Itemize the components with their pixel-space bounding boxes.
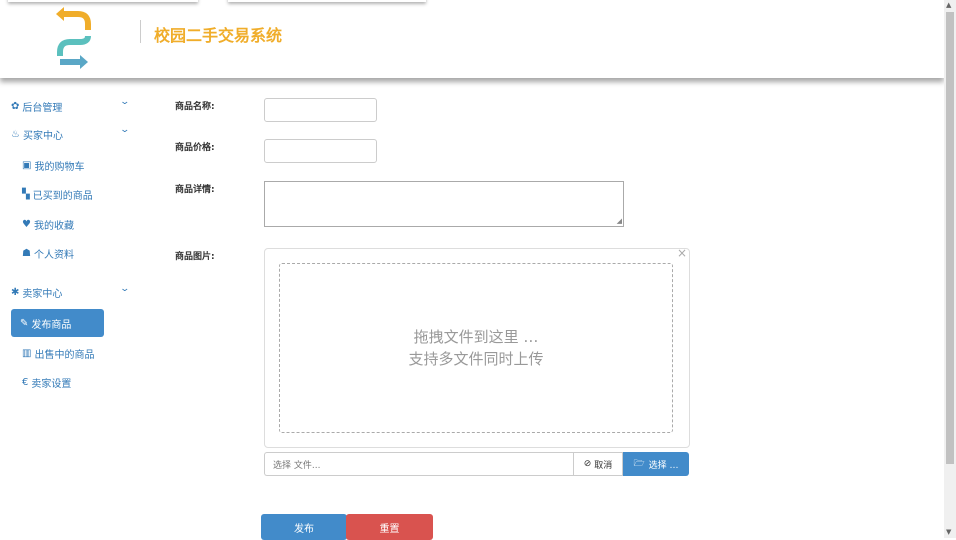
logo [56, 7, 91, 69]
choose-file-button[interactable]: 🗁 选择 … [623, 452, 689, 476]
product-price-input[interactable] [264, 139, 377, 163]
page-scrollbar[interactable]: ▲ ▼ [944, 0, 956, 538]
sidebar-section-seller[interactable]: ✱ 卖家中心 [11, 285, 62, 300]
title-divider [140, 20, 141, 43]
sidebar-item-label: 卖家设置 [31, 379, 72, 390]
header-bar [0, 0, 944, 78]
reset-button[interactable]: 重置 [346, 514, 433, 540]
chevron-down-icon[interactable]: ⌄ [119, 97, 130, 107]
folder-open-icon: 🗁 [633, 459, 645, 469]
file-drop-zone[interactable]: 拖拽文件到这里 … 支持多文件同时上传 [279, 263, 673, 433]
header-tab-right [228, 0, 426, 2]
sidebar-item-label: 我的收藏 [33, 221, 74, 232]
resize-handle-icon[interactable]: ◢ [617, 218, 622, 225]
drop-hint-line2: 支持多文件同时上传 [408, 350, 544, 368]
sidebar-item-label: 个人资料 [33, 250, 74, 261]
euro-icon: € [22, 377, 29, 388]
sidebar-item-label: 我的购物车 [34, 162, 85, 173]
sidebar-item-publish[interactable]: ✎ 发布商品 [11, 309, 104, 337]
sidebar-item-profile[interactable]: ☗ 个人资料 [22, 246, 74, 261]
fire-icon: ♨ [11, 129, 20, 140]
product-name-label: 商品名称: [175, 102, 215, 112]
scroll-down-icon[interactable]: ▼ [946, 528, 951, 536]
choose-label: 选择 … [648, 460, 679, 471]
header-tab-left [8, 0, 198, 2]
inbox-icon: ▣ [22, 160, 32, 171]
scroll-up-icon[interactable]: ▲ [946, 1, 951, 9]
sidebar-item-label: 发布商品 [31, 319, 72, 331]
file-caption-input[interactable]: 选择 文件... [264, 452, 573, 476]
gift-icon: ▚ [22, 189, 30, 200]
gear-icon: ✿ [11, 101, 20, 112]
ban-icon: ⊘ [583, 459, 592, 469]
product-detail-label: 商品详情: [175, 185, 215, 195]
heart-icon: ♥ [22, 219, 31, 230]
sidebar-section-label: 卖家中心 [22, 289, 63, 300]
publish-button[interactable]: 发布 [261, 514, 347, 540]
product-price-label: 商品价格: [175, 143, 215, 153]
product-image-label: 商品图片: [175, 252, 215, 262]
barcode-icon: ▥ [22, 348, 32, 359]
chevron-down-icon[interactable]: ⌄ [119, 284, 130, 294]
sidebar-section-buyer[interactable]: ♨ 买家中心 [11, 127, 63, 142]
sidebar-item-label: 出售中的商品 [34, 350, 95, 361]
sidebar-item-seller-settings[interactable]: € 卖家设置 [22, 375, 71, 390]
product-name-input[interactable] [264, 98, 377, 122]
asterisk-icon: ✱ [11, 287, 20, 298]
image-upload-panel: × 拖拽文件到这里 … 支持多文件同时上传 [264, 246, 690, 448]
file-input-group: 选择 文件... ⊘ 取消 🗁 选择 … [264, 452, 689, 476]
scrollbar-thumb[interactable] [946, 12, 954, 464]
sidebar-item-label: 已买到的商品 [32, 191, 93, 202]
sidebar-item-cart[interactable]: ▣ 我的购物车 [22, 158, 84, 173]
cancel-upload-button[interactable]: ⊘ 取消 [573, 452, 623, 476]
sidebar-section-label: 买家中心 [22, 131, 63, 142]
sidebar-section-label: 后台管理 [22, 103, 63, 114]
site-title: 校园二手交易系统 [154, 26, 283, 45]
sidebar-item-on-sale[interactable]: ▥ 出售中的商品 [22, 346, 94, 361]
product-detail-textarea[interactable]: ◢ [264, 181, 624, 227]
user-icon: ☗ [22, 248, 31, 259]
chevron-down-icon[interactable]: ⌄ [119, 125, 130, 135]
sidebar-section-admin[interactable]: ✿ 后台管理 [11, 99, 62, 114]
pencil-icon: ✎ [20, 317, 29, 329]
close-icon[interactable]: × [677, 246, 687, 260]
sidebar-item-bought[interactable]: ▚ 已买到的商品 [22, 187, 93, 202]
sidebar-item-favorites[interactable]: ♥ 我的收藏 [22, 217, 74, 232]
drop-hint-line1: 拖拽文件到这里 … [413, 328, 539, 346]
cancel-label: 取消 [594, 460, 613, 471]
